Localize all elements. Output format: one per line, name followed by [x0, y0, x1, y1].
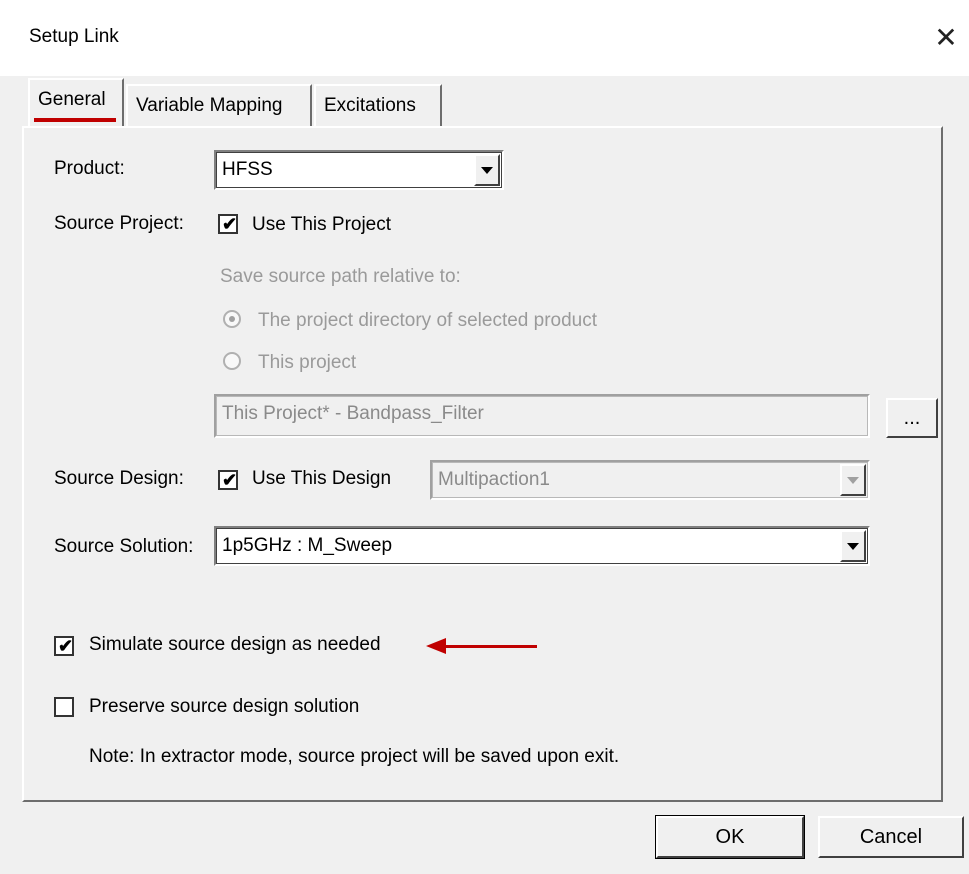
tab-variable-mapping[interactable]: Variable Mapping [126, 84, 312, 128]
product-dropdown-button[interactable] [474, 154, 500, 186]
ok-button-label: OK [715, 826, 745, 848]
preserve-label: Preserve source design solution [89, 696, 360, 717]
save-path-caption: Save source path relative to: [220, 266, 461, 287]
tab-excitations[interactable]: Excitations [314, 84, 442, 128]
use-this-project-checkbox[interactable]: ✔ [218, 214, 238, 234]
checkmark-icon: ✔ [58, 636, 74, 656]
solution-value: 1p5GHz : M_Sweep [222, 535, 393, 556]
design-dropdown-button[interactable] [840, 464, 866, 496]
annotation-arrow-line [444, 645, 537, 648]
simulate-label: Simulate source design as needed [89, 634, 381, 655]
tab-variable-mapping-label: Variable Mapping [136, 95, 283, 116]
radio-dot-icon [229, 316, 235, 322]
design-select[interactable]: Multipaction1 [430, 460, 870, 500]
radio-this-project-label: This project [258, 352, 357, 373]
chevron-down-icon [847, 543, 859, 550]
source-solution-label: Source Solution: [54, 536, 194, 557]
product-select[interactable]: HFSS [214, 150, 504, 190]
use-this-design-checkbox[interactable]: ✔ [218, 470, 238, 490]
cancel-button[interactable]: Cancel [818, 816, 964, 858]
title-bar: Setup Link ✕ [0, 0, 969, 76]
source-design-label: Source Design: [54, 468, 184, 489]
tab-general-underline [34, 118, 116, 122]
window-title: Setup Link [29, 26, 119, 47]
design-value: Multipaction1 [438, 469, 550, 490]
ok-button[interactable]: OK [655, 815, 805, 859]
preserve-checkbox[interactable] [54, 697, 74, 717]
source-project-label: Source Project: [54, 213, 184, 234]
solution-select[interactable]: 1p5GHz : M_Sweep [214, 526, 870, 566]
chevron-down-icon [481, 167, 493, 174]
radio-project-directory-label: The project directory of selected produc… [258, 310, 598, 331]
note-text: Note: In extractor mode, source project … [89, 746, 620, 767]
cancel-button-label: Cancel [859, 826, 923, 848]
solution-dropdown-button[interactable] [840, 530, 866, 562]
simulate-checkbox[interactable]: ✔ [54, 636, 74, 656]
product-value: HFSS [222, 159, 273, 180]
annotation-arrow-head [426, 638, 446, 654]
browse-button[interactable]: ... [886, 398, 938, 438]
browse-button-label: ... [903, 407, 921, 429]
checkmark-icon: ✔ [222, 214, 238, 234]
close-icon[interactable]: ✕ [928, 18, 964, 58]
tab-general-label: General [38, 89, 106, 110]
radio-project-directory[interactable] [223, 310, 241, 328]
checkmark-icon: ✔ [222, 470, 238, 490]
use-this-project-label: Use This Project [252, 214, 392, 235]
use-this-design-label: Use This Design [252, 468, 392, 489]
radio-this-project[interactable] [223, 352, 241, 370]
chevron-down-icon [847, 477, 859, 484]
project-path-value: This Project* - Bandpass_Filter [222, 403, 484, 424]
setup-link-dialog: Setup Link ✕ General Variable Mapping Ex… [0, 0, 969, 874]
product-label: Product: [54, 158, 125, 179]
tab-excitations-label: Excitations [324, 95, 416, 116]
project-path-field[interactable]: This Project* - Bandpass_Filter [214, 394, 870, 438]
